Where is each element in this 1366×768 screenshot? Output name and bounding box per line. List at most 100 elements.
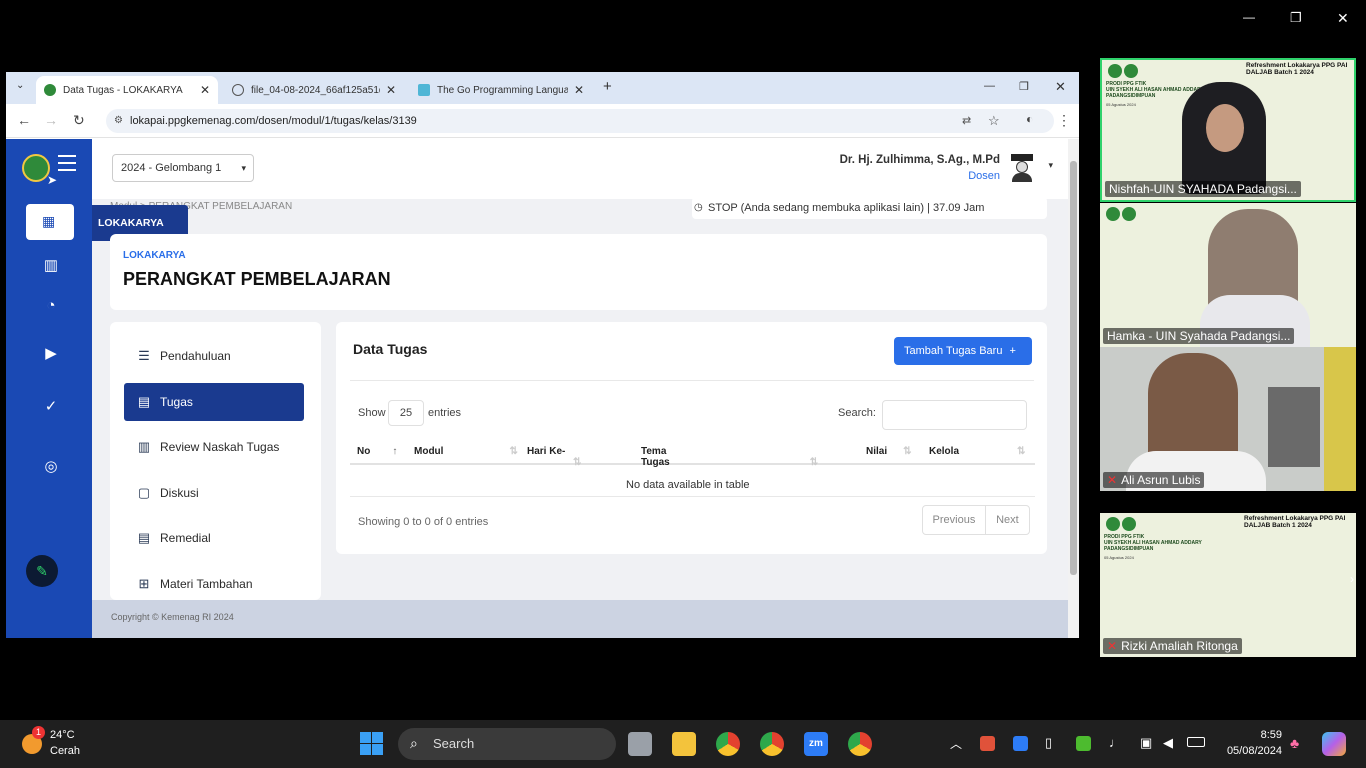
data-tugas-card: Data Tugas Tambah Tugas Baru + Show 25 e… <box>336 322 1047 554</box>
sidebar-support-icon[interactable]: ◎ <box>41 457 61 475</box>
tab-file[interactable]: file_04-08-2024_66af125a51d1... ✕ <box>224 76 404 104</box>
sort-icon: ⇅ <box>903 446 912 457</box>
add-task-button[interactable]: Tambah Tugas Baru + <box>894 337 1032 365</box>
tab-data-tugas[interactable]: Data Tugas - LOKAKARYA ✕ <box>36 76 218 104</box>
site-info-icon[interactable]: ⚙ <box>114 109 123 133</box>
sort-icon: ⇅ <box>509 446 518 457</box>
clock-date[interactable]: 05/08/2024 <box>1212 745 1282 757</box>
column-label: Hari Ke- <box>527 446 566 457</box>
period-select[interactable]: 2024 - Gelombang 1 ▾ <box>112 154 254 182</box>
column-header-hari[interactable]: Hari Ke- ⇅ <box>527 446 581 468</box>
file-explorer-icon[interactable] <box>672 732 696 756</box>
slide-date: 05 Agustus 2024 <box>1106 102 1136 107</box>
footer: Copyright © Kemenag RI 2024 <box>92 600 1068 638</box>
plus-icon: + <box>1009 345 1016 357</box>
tab-close-icon[interactable]: ✕ <box>574 83 584 97</box>
user-avatar[interactable] <box>1009 154 1035 182</box>
globe-icon <box>232 84 244 96</box>
forward-icon[interactable]: → <box>44 112 58 128</box>
browser-menu-icon[interactable]: ⋮ <box>1057 112 1071 129</box>
clock-time[interactable]: 8:59 <box>1232 729 1282 741</box>
zoom-video-tile[interactable]: PRODI PPG FTIK UIN SYEKH ALI HASAN AHMAD… <box>1100 58 1356 202</box>
menu-item-review-naskah[interactable]: ▥ Review Naskah Tugas <box>124 428 304 466</box>
tab-close-icon[interactable]: ✕ <box>386 83 396 97</box>
zoom-panel-arrow-icon[interactable]: › <box>1350 572 1354 586</box>
network-icon[interactable]: ▣ <box>1140 735 1152 751</box>
column-header-tema[interactable]: Tema Tugas ⇅ <box>641 446 818 468</box>
volume-icon[interactable]: ◀ <box>1163 735 1173 751</box>
taskbar-search[interactable]: ⌕ Search <box>398 728 616 760</box>
table-row-border <box>350 496 1035 497</box>
sidebar-video-icon[interactable]: ▶ <box>41 344 61 362</box>
browser-maximize-button[interactable]: ❐ <box>1019 80 1029 93</box>
menu-item-diskusi[interactable]: ▢ Diskusi <box>124 474 304 512</box>
sidebar-chat-icon[interactable]: ◔ <box>41 297 61 314</box>
copilot-icon[interactable] <box>1322 732 1346 756</box>
sidebar-check-icon[interactable]: ✓ <box>41 397 61 415</box>
column-header-kelola[interactable]: Kelola ⇅ <box>929 446 1025 457</box>
url-field[interactable]: ⚙ lokapai.ppgkemenag.com/dosen/modul/1/t… <box>106 109 1054 133</box>
notification-bell-icon[interactable]: ♣ <box>1290 735 1299 751</box>
tray-usb-icon[interactable]: ▯ <box>1045 735 1052 751</box>
tray-shield-icon[interactable] <box>1013 736 1028 751</box>
zoom-video-tile[interactable]: Hamka - UIN Syahada Padangsi... <box>1100 203 1356 347</box>
reload-icon[interactable]: ↻ <box>73 112 85 129</box>
microphone-icon[interactable]: ♩ <box>1109 735 1122 750</box>
hamburger-menu-icon[interactable] <box>58 155 76 171</box>
column-header-nilai[interactable]: Nilai ⇅ <box>866 446 912 457</box>
search-input[interactable] <box>882 400 1027 430</box>
task-view-icon[interactable] <box>628 732 652 756</box>
bookmark-star-icon[interactable]: ☆ <box>988 109 1000 133</box>
menu-item-pendahuluan[interactable]: ☰ Pendahuluan <box>124 337 304 375</box>
go-favicon-icon <box>418 84 430 96</box>
chrome-icon[interactable] <box>848 732 872 756</box>
user-menu-chevron-icon[interactable]: ▾ <box>1048 160 1053 171</box>
weather-widget[interactable]: 1 24°C Cerah <box>20 726 110 760</box>
kemenag-logo <box>22 154 50 182</box>
page-scrollbar[interactable] <box>1068 139 1079 638</box>
previous-button[interactable]: Previous <box>923 506 986 534</box>
browser-minimize-button[interactable]: — <box>984 80 995 92</box>
participant-name: ✕ Rizki Amaliah Ritonga <box>1103 638 1242 654</box>
tray-app-icon[interactable] <box>980 736 995 751</box>
top-navbar: 2024 - Gelombang 1 ▾ Dr. Hj. Zulhimma, S… <box>92 139 1068 199</box>
tray-nvidia-icon[interactable] <box>1076 736 1091 751</box>
weather-temp: 24°C <box>50 729 75 741</box>
tray-chevron-icon[interactable]: ︿ <box>950 735 962 752</box>
window-restore-button[interactable]: ❐ <box>1290 10 1302 26</box>
sidebar-item-dashboard[interactable]: ▦ <box>26 204 74 240</box>
column-header-modul[interactable]: Modul ⇅ <box>414 446 518 457</box>
sidebar-books-icon[interactable]: ▥ <box>41 256 61 274</box>
menu-item-remedial[interactable]: ▤ Remedial <box>124 519 304 557</box>
zoom-video-tile[interactable]: PRODI PPG FTIK UIN SYEKH ALI HASAN AHMAD… <box>1100 513 1356 657</box>
column-header-no[interactable]: No ↑ <box>357 446 397 457</box>
new-tab-button[interactable]: + <box>603 78 612 95</box>
book-icon: ▥ <box>137 439 151 454</box>
window-minimize-button[interactable]: — <box>1243 10 1255 24</box>
menu-item-label: Diskusi <box>160 486 199 500</box>
browser-close-button[interactable]: ✕ <box>1055 79 1066 95</box>
entries-select[interactable]: 25 <box>388 400 424 426</box>
menu-item-tugas[interactable]: ▤ Tugas <box>124 383 304 421</box>
battery-icon[interactable] <box>1187 737 1205 747</box>
grid-icon: ▦ <box>42 213 56 229</box>
weather-badge: 1 <box>32 726 45 739</box>
mouse-cursor-icon: ➤ <box>47 173 58 187</box>
next-button[interactable]: Next <box>986 506 1029 534</box>
menu-item-materi-tambahan[interactable]: ⊞ Materi Tambahan <box>124 565 304 603</box>
tab-go-language[interactable]: The Go Programming Language ✕ <box>410 76 592 104</box>
tab-close-icon[interactable]: ✕ <box>200 83 210 97</box>
zoom-video-tile[interactable]: ✕ Ali Asrun Lubis <box>1100 347 1356 491</box>
windows-start-icon[interactable] <box>360 732 383 755</box>
back-icon[interactable]: ← <box>17 112 31 128</box>
edit-pen-button[interactable]: ✎ <box>26 555 58 587</box>
window-close-button[interactable]: ✕ <box>1337 10 1349 27</box>
extension-icon[interactable]: ◐ <box>1026 112 1033 126</box>
translate-icon[interactable]: ⇄ <box>962 109 971 133</box>
scrollbar-thumb[interactable] <box>1070 161 1077 575</box>
kemenag-favicon-icon <box>44 84 56 96</box>
chrome-icon[interactable] <box>760 732 784 756</box>
tab-list-dropdown-icon[interactable]: ⌄ <box>16 80 24 91</box>
chrome-icon[interactable] <box>716 732 740 756</box>
zoom-icon[interactable]: zm <box>804 732 828 756</box>
